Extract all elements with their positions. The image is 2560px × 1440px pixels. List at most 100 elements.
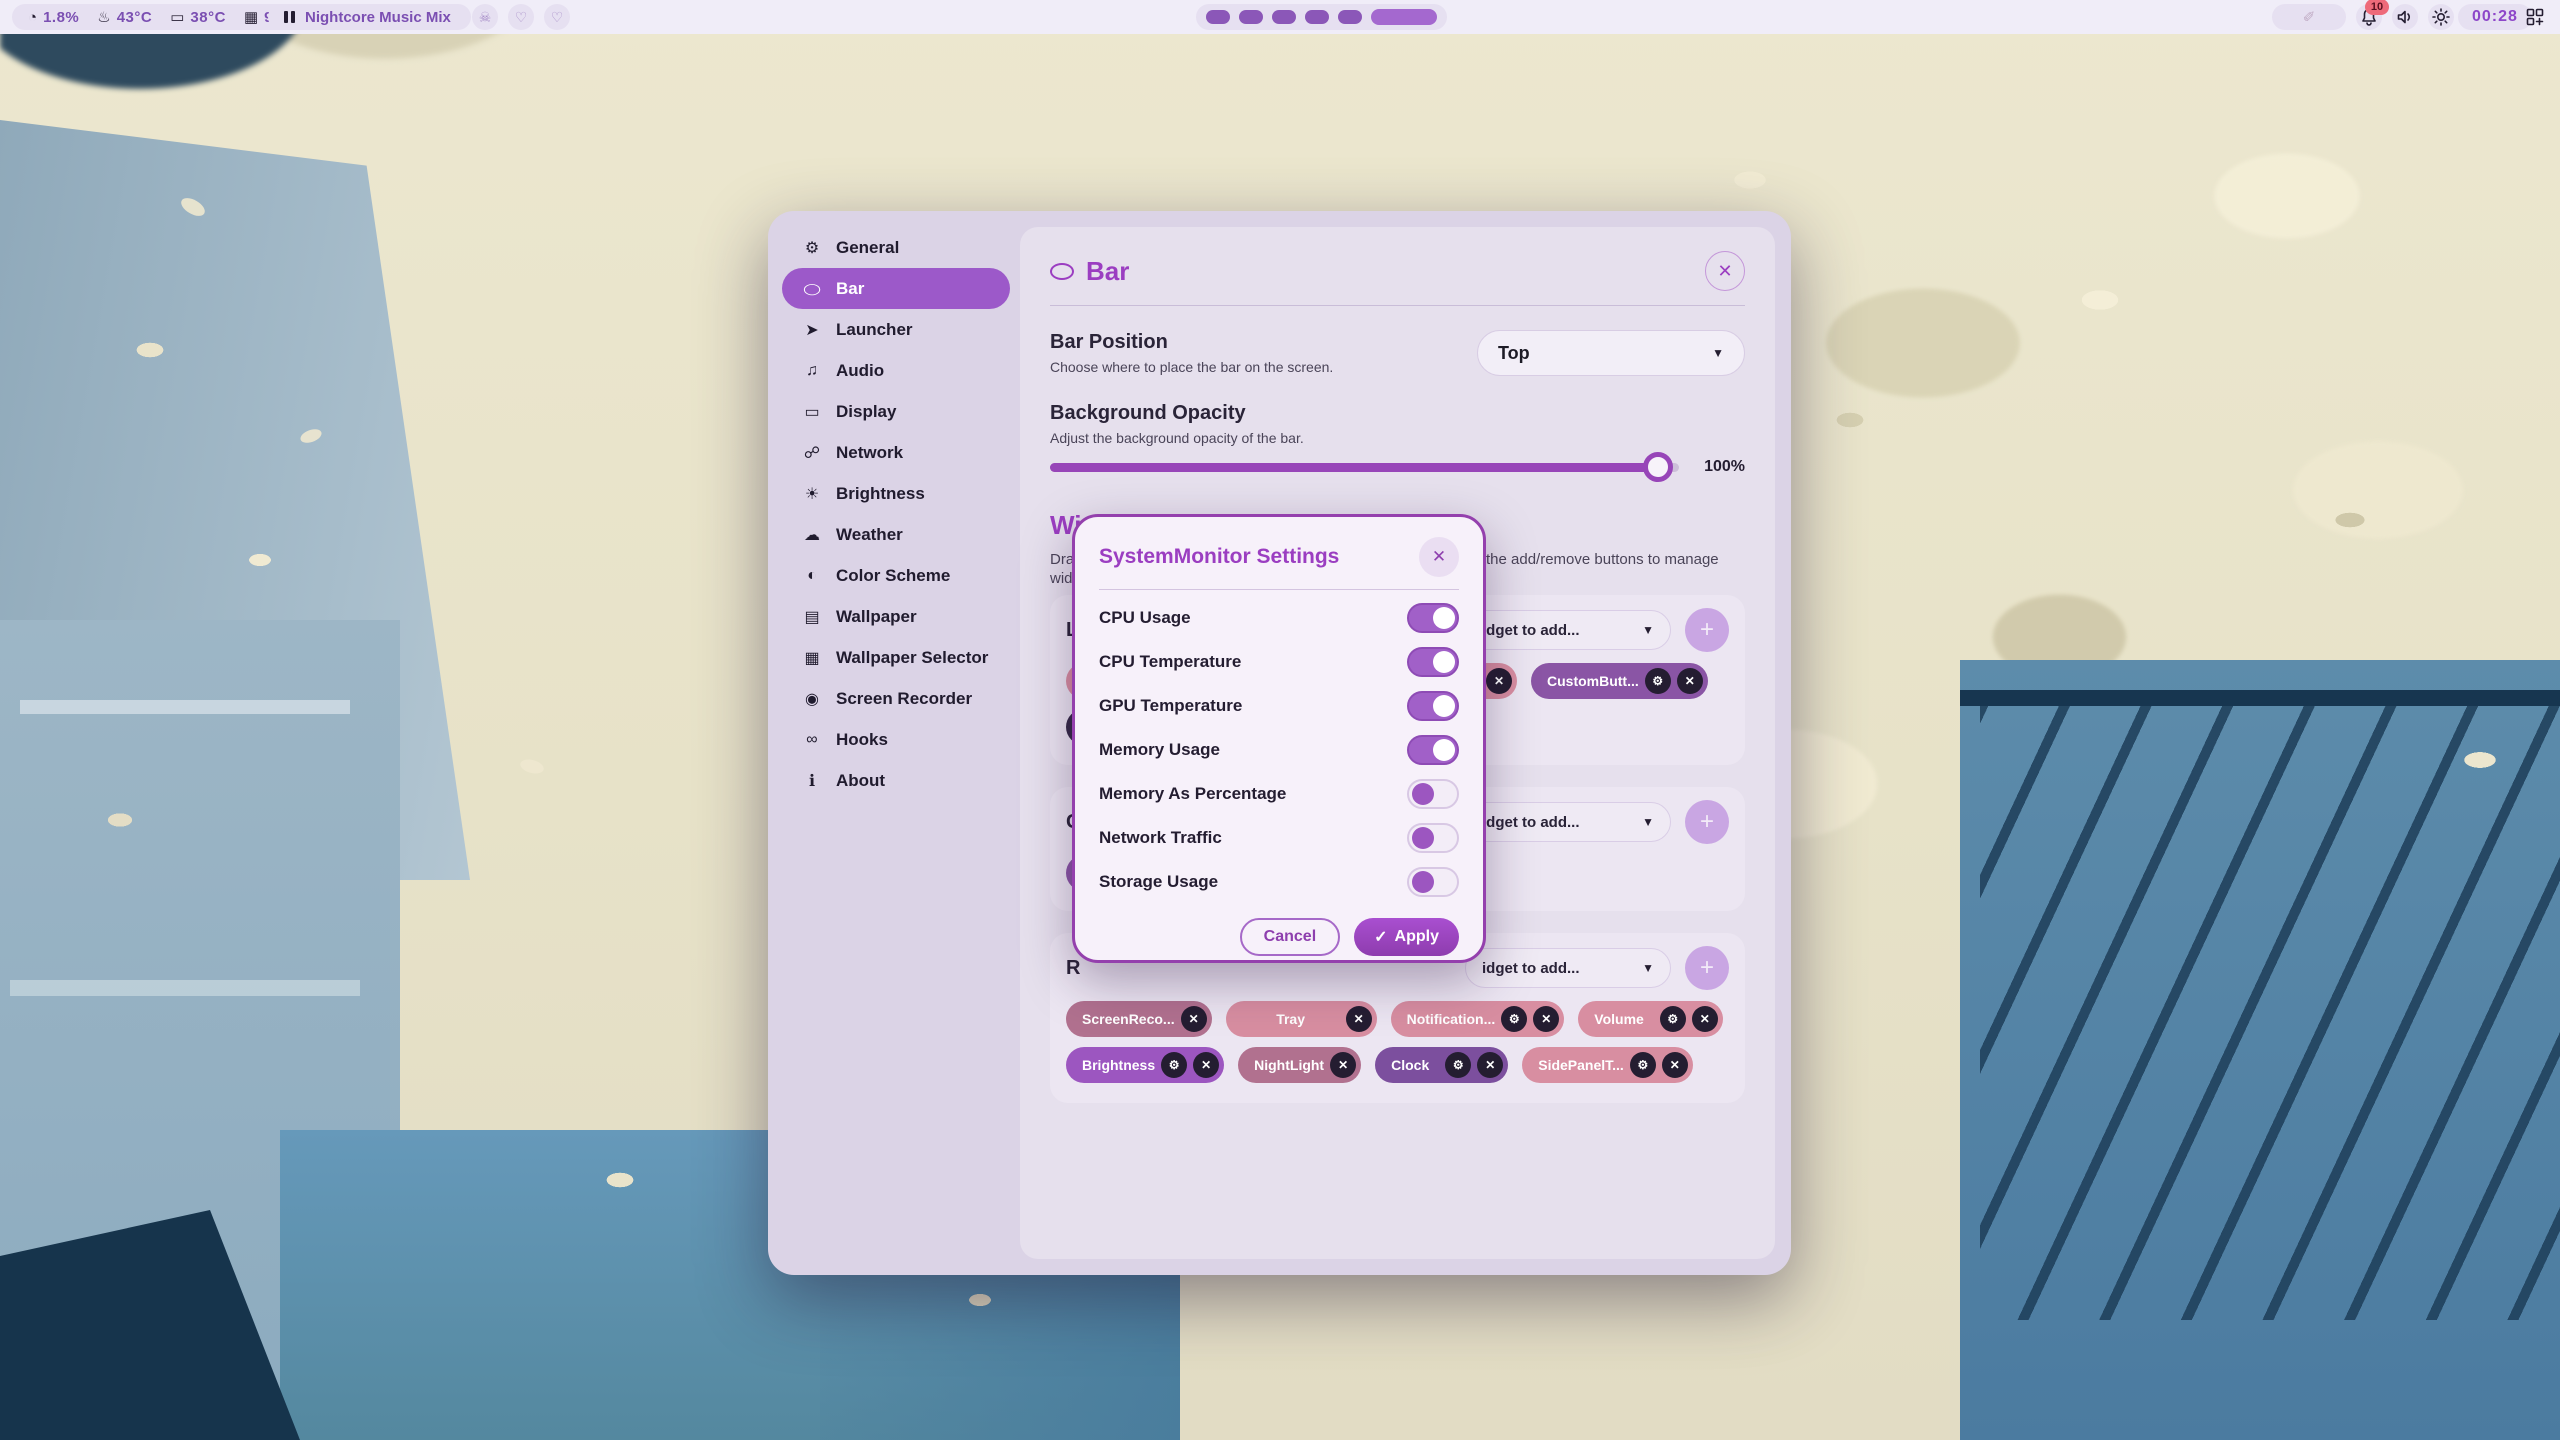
widget-chip-label: SidePanelT...	[1538, 1057, 1624, 1073]
memory-usage-toggle[interactable]	[1407, 735, 1459, 765]
sidebar-item-wallpaper-selector[interactable]: ▦Wallpaper Selector	[782, 637, 1010, 678]
skull-button[interactable]: ☠	[472, 4, 498, 30]
widget-settings-button[interactable]: ⚙	[1660, 1006, 1686, 1032]
bar-position-dropdown[interactable]: Top ▼	[1477, 330, 1745, 376]
sidebar-item-network[interactable]: ☍Network	[782, 432, 1010, 473]
gpu-temperature-toggle[interactable]	[1407, 691, 1459, 721]
favorite-button[interactable]: ♡	[544, 4, 570, 30]
workspace-dot[interactable]	[1338, 10, 1362, 24]
remove-widget-button[interactable]: ✕	[1330, 1052, 1356, 1078]
sidebar-item-general[interactable]: ⚙General	[782, 227, 1010, 268]
color-picker-pill[interactable]: ✐	[2272, 4, 2346, 30]
widget-chip[interactable]: Notification... ⚙ ✕	[1391, 1001, 1565, 1037]
close-icon: ✕	[1485, 1058, 1495, 1072]
remove-widget-button[interactable]: ✕	[1193, 1052, 1219, 1078]
widget-settings-button[interactable]: ⚙	[1501, 1006, 1527, 1032]
close-icon: ✕	[1201, 1058, 1211, 1072]
widget-chip[interactable]: ScreenReco... ✕	[1066, 1001, 1212, 1037]
bar-position-description: Choose where to place the bar on the scr…	[1050, 359, 1477, 375]
add-widget-button[interactable]: +	[1685, 946, 1729, 990]
opacity-slider-fill	[1050, 463, 1660, 472]
workspace-dot[interactable]	[1272, 10, 1296, 24]
remove-widget-button[interactable]: ✕	[1181, 1006, 1207, 1032]
widget-settings-button[interactable]: ⚙	[1161, 1052, 1187, 1078]
sidebar-item-audio[interactable]: ♫Audio	[782, 350, 1010, 391]
toggle-knob	[1433, 695, 1455, 717]
close-icon: ✕	[1432, 547, 1446, 567]
cancel-button[interactable]: Cancel	[1240, 918, 1340, 956]
sidebar-item-weather[interactable]: ☁Weather	[782, 514, 1010, 555]
dialog-close-button[interactable]: ✕	[1419, 537, 1459, 577]
remove-widget-button[interactable]: ✕	[1486, 668, 1512, 694]
media-player-pill[interactable]: Nightcore Music Mix 20...	[268, 4, 471, 30]
sidebar-item-hooks[interactable]: ∞Hooks	[782, 719, 1010, 760]
widget-chip[interactable]: Brightness ⚙ ✕	[1066, 1047, 1224, 1083]
toggle-knob	[1412, 871, 1434, 893]
widget-chip[interactable]: Tray ✕	[1226, 1001, 1377, 1037]
memory-as-percentage-toggle[interactable]	[1407, 779, 1459, 809]
add-widget-button[interactable]: +	[1685, 800, 1729, 844]
widget-chip[interactable]: Clock ⚙ ✕	[1375, 1047, 1508, 1083]
opacity-slider-knob[interactable]	[1643, 452, 1673, 482]
add-widget-button[interactable]: +	[1685, 608, 1729, 652]
dashboard-button[interactable]	[2522, 4, 2548, 30]
workspace-dot[interactable]	[1305, 10, 1329, 24]
storage-usage-toggle[interactable]	[1407, 867, 1459, 897]
widget-settings-button[interactable]: ⚙	[1630, 1052, 1656, 1078]
add-widget-placeholder: idget to add...	[1482, 960, 1642, 977]
gear-icon: ⚙	[1652, 674, 1663, 688]
add-widget-dropdown[interactable]: idget to add... ▼	[1465, 802, 1671, 842]
widget-chip[interactable]: Volume ⚙ ✕	[1578, 1001, 1723, 1037]
systemmonitor-settings-dialog: SystemMonitor Settings ✕ CPU Usage CPU T…	[1072, 514, 1486, 963]
remove-widget-button[interactable]: ✕	[1677, 668, 1703, 694]
widget-settings-button[interactable]: ⚙	[1645, 668, 1671, 694]
chevron-down-icon: ▼	[1642, 623, 1654, 637]
gear-icon: ⚙	[1637, 1058, 1648, 1072]
workspace-switcher[interactable]	[1196, 4, 1447, 30]
add-widget-placeholder: idget to add...	[1482, 814, 1642, 831]
sidebar-item-display[interactable]: ▭Display	[782, 391, 1010, 432]
brightness-button[interactable]	[2428, 4, 2454, 30]
workspace-active-indicator[interactable]	[1371, 9, 1437, 25]
bar-position-value: Top	[1498, 343, 1712, 364]
workspace-dot[interactable]	[1239, 10, 1263, 24]
sidebar-item-brightness[interactable]: ☀Brightness	[782, 473, 1010, 514]
widget-chip[interactable]: CustomButt... ⚙ ✕	[1531, 663, 1708, 699]
sidebar-item-launcher[interactable]: ➤Launcher	[782, 309, 1010, 350]
workspace-dot[interactable]	[1206, 10, 1230, 24]
widget-chip[interactable]: NightLight ✕	[1238, 1047, 1361, 1083]
sidebar-item-screen-recorder[interactable]: ◉Screen Recorder	[782, 678, 1010, 719]
add-widget-dropdown[interactable]: idget to add... ▼	[1465, 610, 1671, 650]
check-icon: ✓	[1374, 927, 1387, 947]
notifications-button[interactable]: 10	[2356, 4, 2382, 30]
opacity-slider[interactable]	[1050, 463, 1679, 472]
remove-widget-button[interactable]: ✕	[1533, 1006, 1559, 1032]
sidebar-label: Weather	[836, 525, 903, 545]
background-opacity-description: Adjust the background opacity of the bar…	[1050, 430, 1745, 446]
favorite-button[interactable]: ♡	[508, 4, 534, 30]
toggle-label: Memory As Percentage	[1099, 784, 1407, 804]
cpu-temperature-toggle[interactable]	[1407, 647, 1459, 677]
clock-pill[interactable]: 00:28	[2458, 4, 2532, 30]
widget-chip-label: Notification...	[1407, 1011, 1496, 1027]
sidebar-item-wallpaper[interactable]: ▤Wallpaper	[782, 596, 1010, 637]
window-close-button[interactable]: ✕	[1705, 251, 1745, 291]
cpu-usage-toggle[interactable]	[1407, 603, 1459, 633]
widget-chip[interactable]: SidePanelT... ⚙ ✕	[1522, 1047, 1693, 1083]
add-widget-dropdown[interactable]: idget to add... ▼	[1465, 948, 1671, 988]
sidebar-item-bar[interactable]: ◯Bar	[782, 268, 1010, 309]
widget-settings-button[interactable]: ⚙	[1445, 1052, 1471, 1078]
remove-widget-button[interactable]: ✕	[1662, 1052, 1688, 1078]
sidebar-item-about[interactable]: ℹAbout	[782, 760, 1010, 801]
widget-chip-label: CustomButt...	[1547, 673, 1639, 689]
sidebar-label: General	[836, 238, 899, 258]
apply-button[interactable]: ✓Apply	[1354, 918, 1459, 956]
close-icon: ✕	[1189, 1012, 1199, 1026]
network-traffic-toggle[interactable]	[1407, 823, 1459, 853]
sidebar-item-color-scheme[interactable]: ◐Color Scheme	[782, 555, 1010, 596]
remove-widget-button[interactable]: ✕	[1477, 1052, 1503, 1078]
plus-icon: +	[1700, 616, 1714, 644]
remove-widget-button[interactable]: ✕	[1346, 1006, 1372, 1032]
remove-widget-button[interactable]: ✕	[1692, 1006, 1718, 1032]
volume-button[interactable]	[2392, 4, 2418, 30]
